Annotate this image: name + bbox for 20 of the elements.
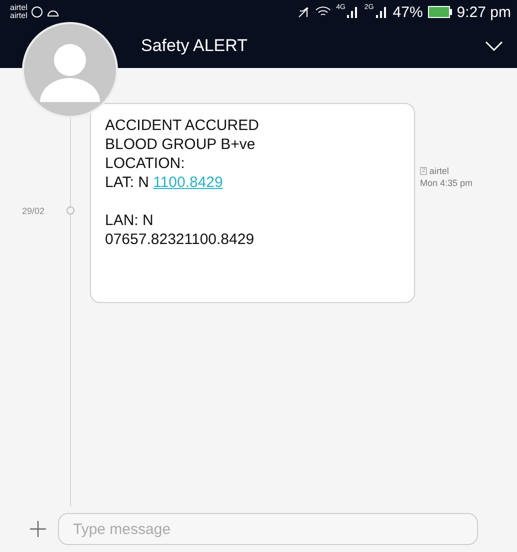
battery-percent: 47% [392, 4, 423, 20]
message-time: Mon 4:35 pm [420, 178, 474, 188]
message-text: LAN: N 07657.82321100.8429 [105, 211, 256, 249]
signal-icon [347, 6, 360, 18]
clock-time: 9:27 pm [456, 4, 511, 20]
android-icon [47, 8, 60, 16]
plus-icon[interactable] [30, 521, 46, 537]
signal-icon [376, 6, 388, 18]
wifi-icon [315, 6, 332, 18]
message-text: ACCIDENT ACCURED BLOOD GROUP B+ve LOCATION: LAT: N 1100.8429 [105, 116, 260, 192]
timeline-dot-icon [66, 206, 75, 215]
contact-name: Safety ALERT [141, 36, 248, 56]
sender-name: airtel [429, 166, 449, 176]
carrier-label: airtel [10, 4, 28, 12]
coordinate-link[interactable]: 1100.8429 [153, 174, 223, 191]
message-input[interactable]: Type message [58, 513, 478, 545]
battery-icon [428, 6, 452, 18]
date-label: 29/02 [22, 206, 45, 216]
chevron-down-icon[interactable] [485, 41, 503, 51]
carrier-label: airtel [10, 12, 28, 20]
